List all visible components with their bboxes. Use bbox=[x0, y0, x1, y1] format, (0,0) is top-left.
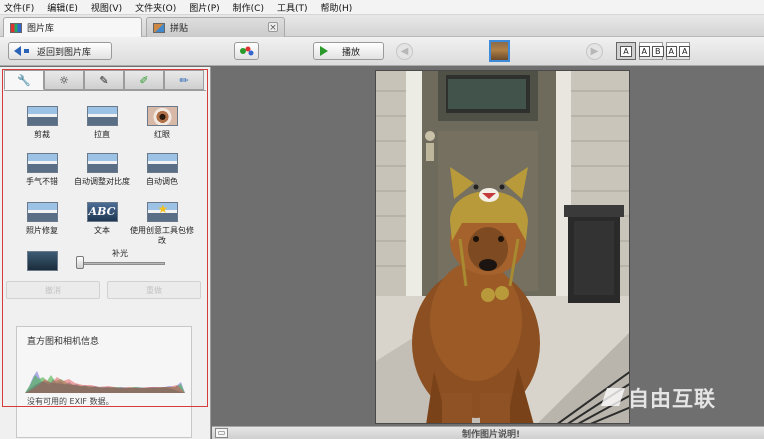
current-photo-thumbnail[interactable] bbox=[489, 40, 510, 62]
collage-icon bbox=[153, 22, 165, 33]
menu-picture[interactable]: 图片(P) bbox=[189, 1, 219, 14]
menu-tools[interactable]: 工具(T) bbox=[277, 1, 308, 14]
watermark-text: 自由互联 bbox=[628, 387, 716, 411]
menu-create[interactable]: 制作(C) bbox=[233, 1, 264, 14]
menu-help[interactable]: 帮助(H) bbox=[321, 1, 353, 14]
menu-folder[interactable]: 文件夹(O) bbox=[135, 1, 176, 14]
view-compare-aa-label-a: A bbox=[665, 45, 677, 57]
tab-library-label: 图片库 bbox=[27, 24, 55, 34]
menu-file[interactable]: 文件(F) bbox=[4, 1, 34, 14]
next-photo-button[interactable]: ▶ bbox=[586, 43, 603, 60]
menu-edit[interactable]: 编辑(E) bbox=[47, 1, 78, 14]
close-icon[interactable]: × bbox=[268, 22, 278, 33]
back-arrow-tail bbox=[24, 49, 29, 53]
menu-view[interactable]: 视图(V) bbox=[91, 1, 122, 14]
edit-panel: 🔧 ☼ ✎ ✐ ✏ 剪裁 拉直 红眼 手气不错 自动调整对比度 自动调色 照片修… bbox=[0, 67, 211, 439]
back-arrow-icon bbox=[14, 46, 21, 56]
menu-bar: 文件(F) 编辑(E) 视图(V) 文件夹(O) 图片(P) 制作(C) 工具(… bbox=[0, 0, 764, 15]
view-compare-aa-label-b: A bbox=[679, 45, 691, 57]
view-compare-ab-label-a: A bbox=[638, 45, 650, 57]
previous-photo-button[interactable]: ◀ bbox=[396, 43, 413, 60]
view-single-label: A bbox=[620, 45, 632, 57]
selection-highlight-frame bbox=[2, 69, 208, 407]
picasa-photo-editor: 文件(F) 编辑(E) 视图(V) 文件夹(O) 图片(P) 制作(C) 工具(… bbox=[0, 0, 764, 439]
toolbar: 返回到图片库 播放 ◀ ▶ A AB AA bbox=[0, 37, 764, 66]
play-label: 播放 bbox=[342, 47, 361, 58]
view-compare-ab-button[interactable]: AB bbox=[638, 42, 664, 60]
back-to-library-button[interactable]: 返回到图片库 bbox=[8, 42, 112, 60]
tab-collage-label: 拼贴 bbox=[170, 24, 189, 34]
quick-fix-button[interactable] bbox=[234, 42, 259, 60]
tab-strip: 图片库 拼贴 × bbox=[0, 15, 764, 37]
photo-image bbox=[376, 71, 629, 423]
photo-dog-in-hat[interactable] bbox=[375, 70, 630, 424]
view-mode-group: A AB AA bbox=[616, 42, 693, 60]
view-compare-ab-label-b: B bbox=[652, 45, 664, 57]
caption-toggle-icon[interactable]: ▭ bbox=[215, 428, 228, 438]
wand-icon bbox=[239, 46, 253, 56]
view-single-button[interactable]: A bbox=[616, 42, 636, 60]
caption-input[interactable]: 制作图片说明! bbox=[462, 427, 520, 439]
caption-bar: ▭ 制作图片说明! bbox=[212, 426, 764, 439]
view-compare-aa-button[interactable]: AA bbox=[665, 42, 691, 60]
back-to-library-label: 返回到图片库 bbox=[37, 47, 92, 58]
play-icon bbox=[320, 46, 328, 56]
tab-collage[interactable]: 拼贴 × bbox=[146, 17, 285, 37]
tab-library[interactable]: 图片库 bbox=[3, 17, 142, 37]
slideshow-play-button[interactable]: 播放 bbox=[313, 42, 384, 60]
library-icon bbox=[10, 22, 22, 33]
